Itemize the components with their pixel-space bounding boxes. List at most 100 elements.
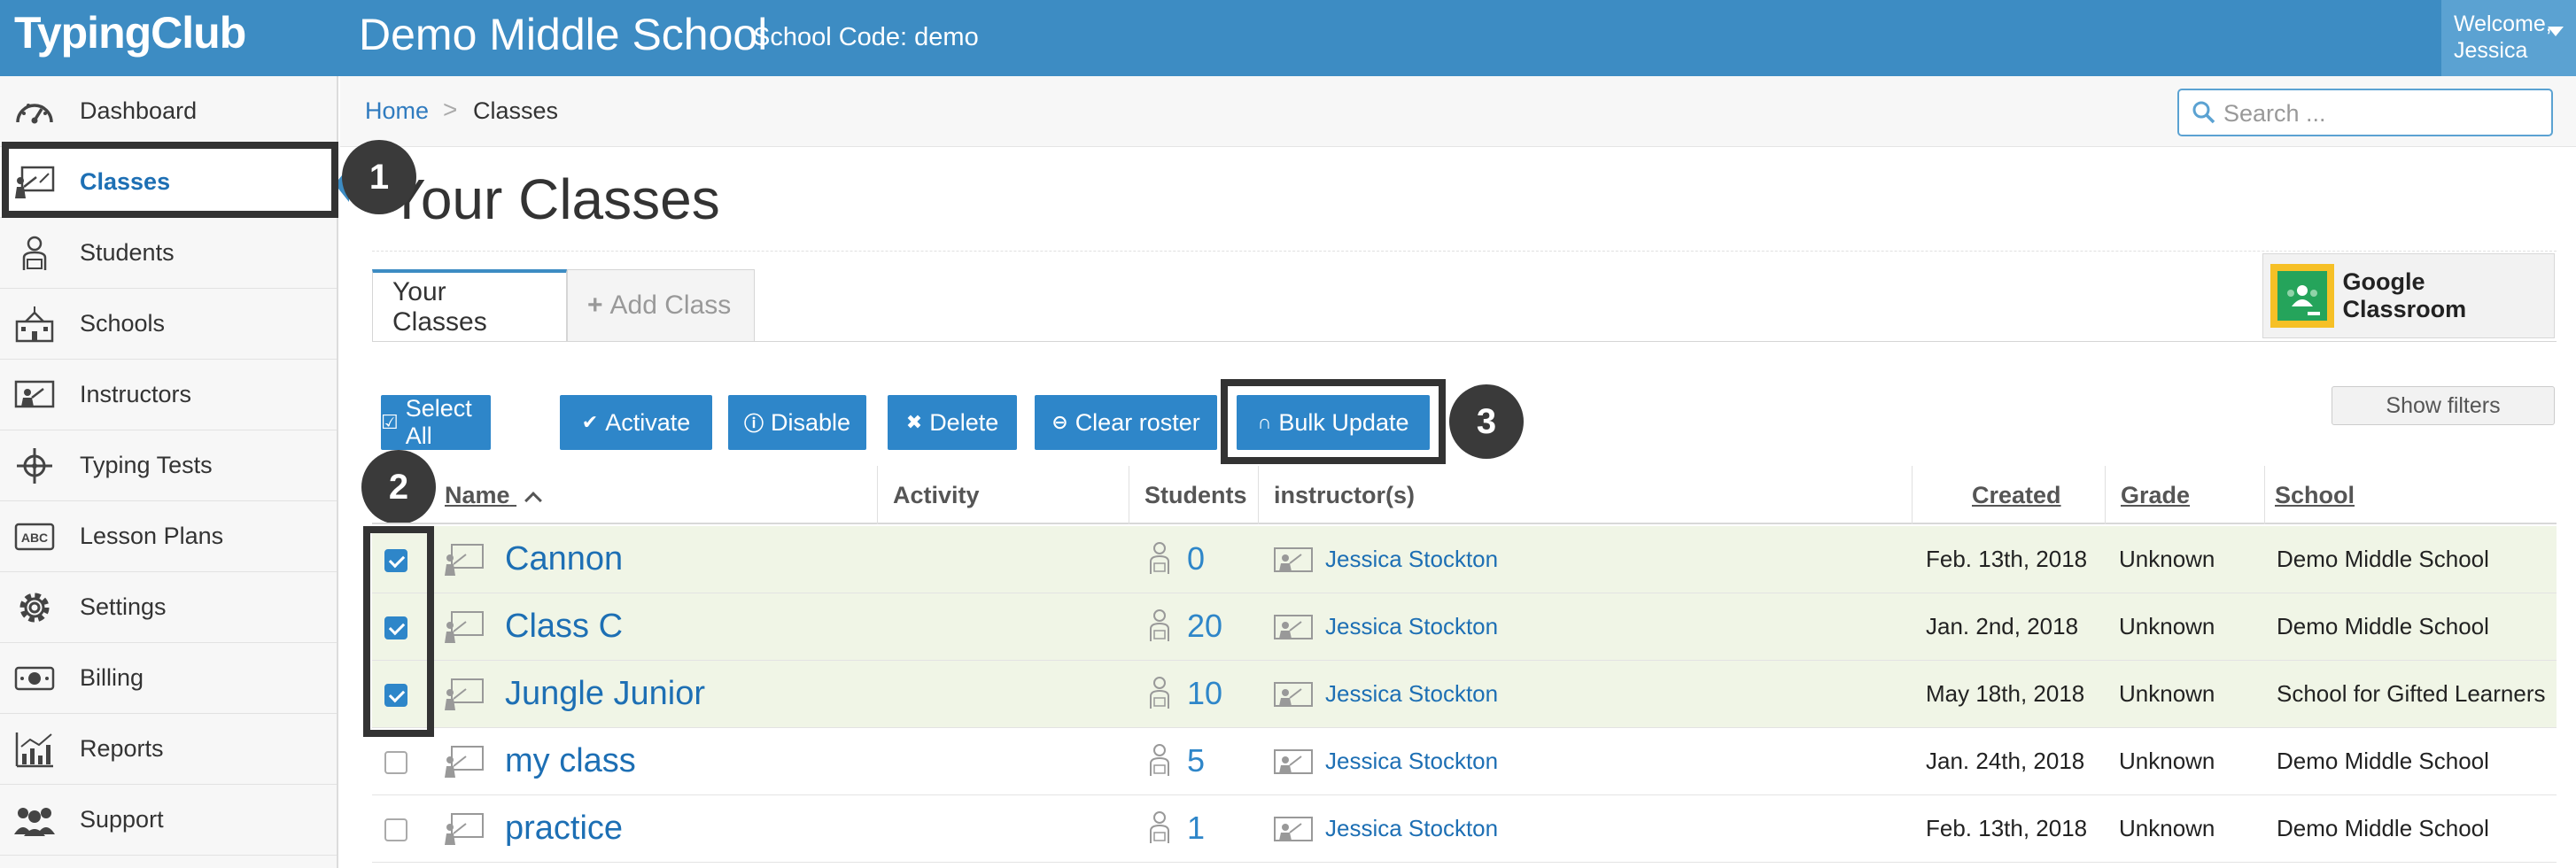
row-checkbox[interactable]: [384, 751, 407, 774]
table-row[interactable]: practice 1 Jessica Stockton Feb. 13th, 2…: [372, 795, 2557, 863]
sidebar-item-support[interactable]: Support: [0, 785, 337, 856]
select-all-button[interactable]: ☑ Select All: [381, 395, 491, 450]
search-input[interactable]: [2223, 97, 2542, 129]
tab-add-class[interactable]: + Add Class: [567, 269, 755, 342]
google-classroom-button[interactable]: Google Classroom: [2262, 253, 2555, 338]
class-name-link[interactable]: Class C: [505, 608, 623, 646]
created-date: Jan. 24th, 2018: [1926, 748, 2085, 774]
tab-add-class-label: Add Class: [609, 291, 732, 320]
plus-icon: +: [587, 291, 603, 320]
highlight-box-classes: [2, 142, 338, 218]
sidebar-item-dashboard[interactable]: Dashboard: [0, 76, 337, 147]
sidebar-item-label: Dashboard: [80, 97, 198, 124]
abc-icon: ABC: [12, 516, 57, 557]
class-name-link[interactable]: Jungle Junior: [505, 675, 705, 713]
instructor-link[interactable]: Jessica Stockton: [1325, 815, 1498, 842]
instructor-link[interactable]: Jessica Stockton: [1325, 680, 1498, 708]
breadcrumb: Home > Classes: [340, 76, 2576, 147]
minus-circle-icon: ⊖: [1051, 411, 1068, 433]
student-icon: [1150, 811, 1169, 843]
classroom-icon: [445, 746, 484, 778]
app-logo[interactable]: TypingClub: [14, 7, 246, 58]
checkbox-icon: ☑: [381, 411, 399, 433]
student-count[interactable]: 1: [1187, 810, 1205, 847]
sidebar-item-label: Reports: [80, 735, 164, 762]
callout-badge-1: 1: [342, 140, 416, 214]
school-value: Demo Middle School: [2277, 748, 2489, 774]
school-value: School for Gifted Learners: [2277, 680, 2546, 707]
user-menu[interactable]: Welcome, Jessica: [2441, 0, 2576, 76]
student-count[interactable]: 0: [1187, 540, 1205, 577]
instructor-link[interactable]: Jessica Stockton: [1325, 613, 1498, 640]
sidebar-item-lesson-plans[interactable]: ABC Lesson Plans: [0, 501, 337, 572]
clear-roster-button[interactable]: ⊖ Clear roster: [1035, 395, 1217, 450]
class-name-link[interactable]: practice: [505, 810, 623, 848]
sidebar-item-typing-tests[interactable]: Typing Tests: [0, 430, 337, 501]
sidebar-item-schools[interactable]: Schools: [0, 289, 337, 360]
sidebar-item-instructors[interactable]: Instructors: [0, 360, 337, 430]
select-all-label: Select All: [405, 395, 472, 449]
table-row[interactable]: Jungle Junior 10 Jessica Stockton May 18…: [372, 661, 2557, 728]
search-box[interactable]: [2177, 89, 2553, 136]
student-icon: [1150, 609, 1169, 641]
table-row[interactable]: Cannon 0 Jessica Stockton Feb. 13th, 201…: [372, 526, 2557, 593]
column-header-name[interactable]: Name: [445, 482, 542, 509]
table-row[interactable]: my class 5 Jessica Stockton Jan. 24th, 2…: [372, 728, 2557, 795]
classroom-icon: [445, 678, 484, 710]
check-icon: ✔: [581, 411, 599, 433]
column-header-instructors: instructor(s): [1274, 482, 1416, 508]
instructor-icon: [12, 375, 57, 415]
breadcrumb-home-link[interactable]: Home: [365, 97, 429, 125]
sort-up-icon: [524, 492, 542, 509]
column-divider: [1912, 466, 1913, 524]
school-code: School Code: demo: [753, 23, 979, 51]
page-title: Your Classes: [388, 167, 720, 231]
grade-value: Unknown: [2119, 680, 2215, 707]
typing-test-icon: [12, 446, 57, 486]
delete-button[interactable]: ✖ Delete: [888, 395, 1017, 450]
class-name-link[interactable]: my class: [505, 742, 636, 780]
sidebar-item-settings[interactable]: Settings: [0, 572, 337, 643]
sidebar-item-label: Instructors: [80, 381, 192, 407]
row-checkbox[interactable]: [384, 818, 407, 841]
tab-your-classes[interactable]: Your Classes: [372, 269, 567, 342]
info-icon: ⓘ: [743, 413, 764, 435]
class-name-link[interactable]: Cannon: [505, 540, 623, 578]
disable-label: Disable: [770, 408, 851, 436]
student-count[interactable]: 20: [1187, 608, 1222, 645]
reports-chart-icon: [12, 729, 57, 770]
activate-button[interactable]: ✔ Activate: [560, 395, 712, 450]
column-header-school[interactable]: School: [2275, 482, 2355, 509]
grade-value: Unknown: [2119, 815, 2215, 841]
column-header-students: Students: [1144, 482, 1247, 508]
column-divider: [877, 466, 878, 524]
school-value: Demo Middle School: [2277, 815, 2489, 841]
student-icon: [12, 233, 57, 274]
column-header-activity: Activity: [893, 482, 980, 508]
google-classroom-label: Google Classroom: [2342, 268, 2467, 322]
breadcrumb-current: Classes: [473, 97, 559, 124]
student-count[interactable]: 5: [1187, 742, 1205, 779]
column-header-created[interactable]: Created: [1972, 482, 2061, 509]
sidebar-item-billing[interactable]: Billing: [0, 643, 337, 714]
sidebar-item-students[interactable]: Students: [0, 218, 337, 289]
grade-value: Unknown: [2119, 748, 2215, 774]
sidebar-item-reports[interactable]: Reports: [0, 714, 337, 785]
instructor-link[interactable]: Jessica Stockton: [1325, 546, 1498, 573]
column-header-name-label: Name: [445, 482, 510, 508]
student-count[interactable]: 10: [1187, 675, 1222, 712]
student-icon: [1150, 542, 1169, 574]
callout-badge-3: 3: [1449, 384, 1524, 459]
column-header-grade[interactable]: Grade: [2121, 482, 2190, 509]
caret-down-icon: [2548, 27, 2564, 36]
highlight-box-bulk-update: [1221, 379, 1446, 464]
instructor-link[interactable]: Jessica Stockton: [1325, 748, 1498, 775]
activate-label: Activate: [605, 408, 691, 436]
disable-button[interactable]: ⓘ Disable: [728, 395, 866, 450]
table-row[interactable]: Class C 20 Jessica Stockton Jan. 2nd, 20…: [372, 593, 2557, 661]
chevron-right-icon: >: [443, 96, 458, 123]
sidebar-item-label: Lesson Plans: [80, 523, 224, 549]
show-filters-button[interactable]: Show filters: [2332, 386, 2555, 425]
clear-roster-label: Clear roster: [1075, 408, 1200, 436]
title-divider: [372, 251, 2557, 252]
